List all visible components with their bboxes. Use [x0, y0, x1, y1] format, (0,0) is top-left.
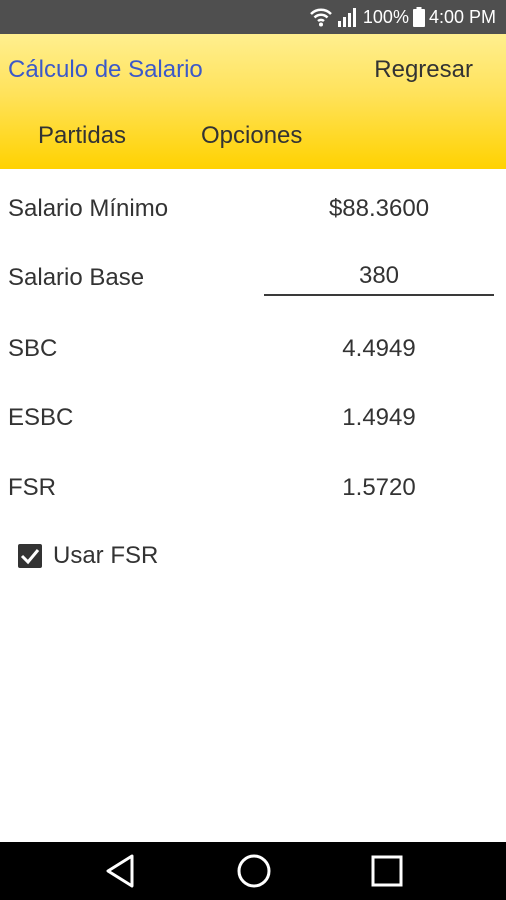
- row-esbc: ESBC 1.4949: [0, 398, 506, 438]
- tab-opciones[interactable]: Opciones: [201, 122, 302, 150]
- row-salario-minimo: Salario Mínimo $88.3600: [0, 189, 506, 229]
- app-header: Cálculo de Salario Regresar Partidas Opc…: [0, 34, 506, 169]
- sbc-label: SBC: [8, 335, 58, 362]
- app-title: Cálculo de Salario: [8, 56, 203, 83]
- wifi-icon: [309, 7, 333, 27]
- status-bar: 100% 4:00 PM: [0, 0, 506, 34]
- salario-minimo-label: Salario Mínimo: [8, 195, 169, 222]
- usar-fsr-checkbox[interactable]: [18, 544, 42, 568]
- nav-back-icon[interactable]: [102, 852, 138, 895]
- fsr-value: 1.5720: [342, 474, 416, 501]
- esbc-value: 1.4949: [342, 404, 416, 431]
- usar-fsr-label: Usar FSR: [53, 542, 159, 569]
- signal-icon: [337, 7, 359, 27]
- back-button[interactable]: Regresar: [374, 56, 473, 84]
- row-sbc: SBC 4.4949: [0, 329, 506, 369]
- battery-icon: [412, 7, 425, 27]
- battery-percent: 100%: [362, 6, 409, 27]
- nav-recents-icon[interactable]: [368, 852, 406, 895]
- tab-partidas[interactable]: Partidas: [38, 122, 126, 150]
- sbc-value: 4.4949: [342, 335, 416, 362]
- navigation-bar: [0, 842, 506, 900]
- esbc-label: ESBC: [8, 404, 74, 431]
- clock: 4:00 PM: [428, 6, 496, 27]
- salario-minimo-value: $88.3600: [328, 195, 430, 222]
- fsr-label: FSR: [8, 474, 56, 501]
- row-fsr: FSR 1.5720: [0, 468, 506, 508]
- checkmark-icon: [20, 549, 40, 565]
- nav-home-icon[interactable]: [235, 852, 273, 895]
- salario-base-label: Salario Base: [8, 264, 145, 291]
- salario-base-input[interactable]: [264, 258, 494, 296]
